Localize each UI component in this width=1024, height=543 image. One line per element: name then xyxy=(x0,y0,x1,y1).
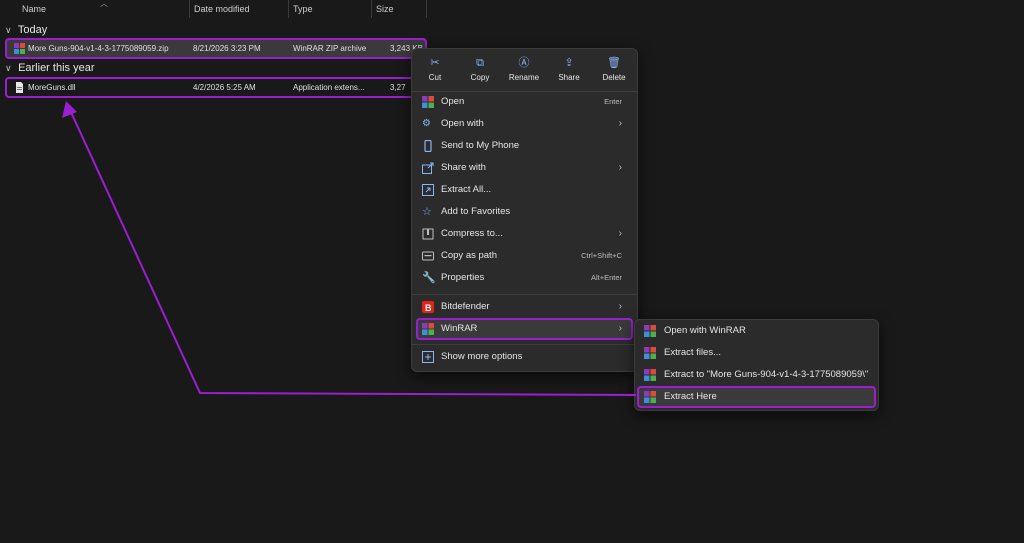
copy-path-icon xyxy=(422,250,434,262)
trash-icon: 🗑 xyxy=(607,57,621,69)
menu-item-send-to-phone[interactable]: Send to My Phone xyxy=(417,136,632,156)
rename-label: Rename xyxy=(508,73,540,82)
compress-icon xyxy=(422,228,434,240)
menu-divider xyxy=(412,294,637,295)
winrar-archive-icon xyxy=(14,43,25,54)
file-name: MoreGuns.dll xyxy=(28,83,76,92)
group-label: Earlier this year xyxy=(18,62,95,74)
menu-item-label: Bitdefender xyxy=(441,301,490,312)
chevron-right-icon: › xyxy=(618,301,622,312)
menu-divider xyxy=(412,344,637,345)
dll-file-icon xyxy=(14,82,25,93)
menu-item-share-with[interactable]: Share with › xyxy=(417,158,632,178)
menu-item-label: Open with xyxy=(441,118,484,129)
file-type: WinRAR ZIP archive xyxy=(293,44,367,53)
column-name[interactable]: Name xyxy=(0,0,190,18)
menu-item-label: Extract All... xyxy=(441,184,492,195)
scissors-icon: ✂ xyxy=(430,57,440,69)
winrar-icon xyxy=(644,325,656,337)
file-name: More Guns-904-v1-4-3-1775089059.zip xyxy=(28,44,169,53)
cut-button[interactable]: ✂ Cut xyxy=(413,55,457,87)
column-date-modified[interactable]: Date modified xyxy=(190,0,289,18)
chevron-right-icon: › xyxy=(618,118,622,129)
share-label: Share xyxy=(558,73,580,82)
submenu-item-extract-to-folder[interactable]: Extract to "More Guns-904-v1-4-3-1775089… xyxy=(638,365,875,385)
submenu-item-extract-here[interactable]: Extract Here xyxy=(637,386,876,408)
submenu-item-label: Extract Here xyxy=(664,391,717,402)
winrar-submenu: Open with WinRAR Extract files... Extrac… xyxy=(634,319,879,411)
copy-icon: ⧉ xyxy=(476,57,484,69)
submenu-item-label: Extract files... xyxy=(664,347,722,358)
submenu-item-label: Open with WinRAR xyxy=(664,325,746,336)
file-row-dll[interactable]: MoreGuns.dll 4/2/2026 5:25 AM Applicatio… xyxy=(5,77,427,98)
open-with-icon: ⚙ xyxy=(422,118,431,129)
file-date: 8/21/2026 3:23 PM xyxy=(193,44,261,53)
copy-button[interactable]: ⧉ Copy xyxy=(458,55,502,87)
chevron-right-icon: › xyxy=(618,323,622,334)
bitdefender-icon: B xyxy=(422,301,434,313)
rename-button[interactable]: Ⓐ Rename xyxy=(502,55,546,87)
copy-label: Copy xyxy=(470,73,490,82)
menu-item-add-to-favorites[interactable]: ☆ Add to Favorites xyxy=(417,202,632,222)
menu-item-shortcut: Ctrl+Shift+C xyxy=(581,251,622,260)
share-icon: ⇪ xyxy=(564,57,574,69)
sort-caret-icon: ︿ xyxy=(100,0,108,8)
phone-icon xyxy=(422,139,434,153)
menu-item-label: Open xyxy=(441,96,465,107)
share-with-icon xyxy=(422,162,434,174)
submenu-item-extract-files[interactable]: Extract files... xyxy=(638,343,875,363)
cut-label: Cut xyxy=(428,73,442,82)
menu-item-copy-as-path[interactable]: Copy as path Ctrl+Shift+C xyxy=(417,246,632,266)
chevron-down-icon: ∨ xyxy=(5,25,12,35)
winrar-icon xyxy=(644,369,656,381)
menu-item-label: Send to My Phone xyxy=(441,140,520,151)
column-type[interactable]: Type xyxy=(289,0,372,18)
extract-all-icon xyxy=(422,184,434,196)
rename-icon: Ⓐ xyxy=(518,57,530,69)
menu-item-label: Show more options xyxy=(441,351,523,362)
delete-label: Delete xyxy=(602,73,626,82)
menu-item-shortcut: Enter xyxy=(604,97,622,106)
winrar-icon xyxy=(644,391,656,403)
column-header: Name ︿ Date modified Type Size xyxy=(0,0,430,18)
star-icon: ☆ xyxy=(422,206,432,218)
menu-item-label: Compress to... xyxy=(441,228,503,239)
winrar-icon xyxy=(422,96,434,108)
menu-item-label: WinRAR xyxy=(441,323,478,334)
group-header-today[interactable]: ∨ Today xyxy=(5,24,47,36)
group-label: Today xyxy=(17,24,48,36)
menu-item-label: Properties xyxy=(441,272,485,283)
submenu-item-open-with-winrar[interactable]: Open with WinRAR xyxy=(638,321,875,341)
menu-item-shortcut: Alt+Enter xyxy=(590,273,622,282)
menu-item-properties[interactable]: 🔧 Properties Alt+Enter xyxy=(417,268,632,288)
menu-item-winrar[interactable]: WinRAR › xyxy=(416,318,633,340)
share-button[interactable]: ⇪ Share xyxy=(547,55,591,87)
context-menu: ✂ Cut ⧉ Copy Ⓐ Rename ⇪ Share 🗑 Delete O… xyxy=(411,48,638,372)
svg-text:B: B xyxy=(425,303,432,313)
menu-item-label: Copy as path xyxy=(441,250,497,261)
menu-item-open[interactable]: Open Enter xyxy=(417,92,632,112)
chevron-down-icon: ∨ xyxy=(5,63,12,73)
submenu-item-label: Extract to "More Guns-904-v1-4-3-1775089… xyxy=(664,369,869,380)
menu-item-label: Share with xyxy=(441,162,486,173)
file-date: 4/2/2026 5:25 AM xyxy=(193,83,256,92)
column-size[interactable]: Size xyxy=(372,0,427,18)
group-header-earlier[interactable]: ∨ Earlier this year xyxy=(5,62,94,74)
chevron-right-icon: › xyxy=(618,228,622,239)
chevron-right-icon: › xyxy=(618,162,622,173)
file-type: Application extens... xyxy=(293,83,365,92)
menu-item-label: Add to Favorites xyxy=(441,206,511,217)
menu-item-bitdefender[interactable]: B Bitdefender › xyxy=(417,297,632,317)
winrar-icon xyxy=(422,323,434,335)
menu-item-extract-all[interactable]: Extract All... xyxy=(417,180,632,200)
wrench-icon: 🔧 xyxy=(422,272,436,284)
menu-item-show-more-options[interactable]: Show more options xyxy=(417,347,632,367)
menu-item-open-with[interactable]: ⚙ Open with › xyxy=(417,114,632,134)
menu-item-compress-to[interactable]: Compress to... › xyxy=(417,224,632,244)
delete-button[interactable]: 🗑 Delete xyxy=(592,55,636,87)
file-row-zip[interactable]: More Guns-904-v1-4-3-1775089059.zip 8/21… xyxy=(5,38,427,59)
more-options-icon xyxy=(422,351,434,363)
winrar-icon xyxy=(644,347,656,359)
